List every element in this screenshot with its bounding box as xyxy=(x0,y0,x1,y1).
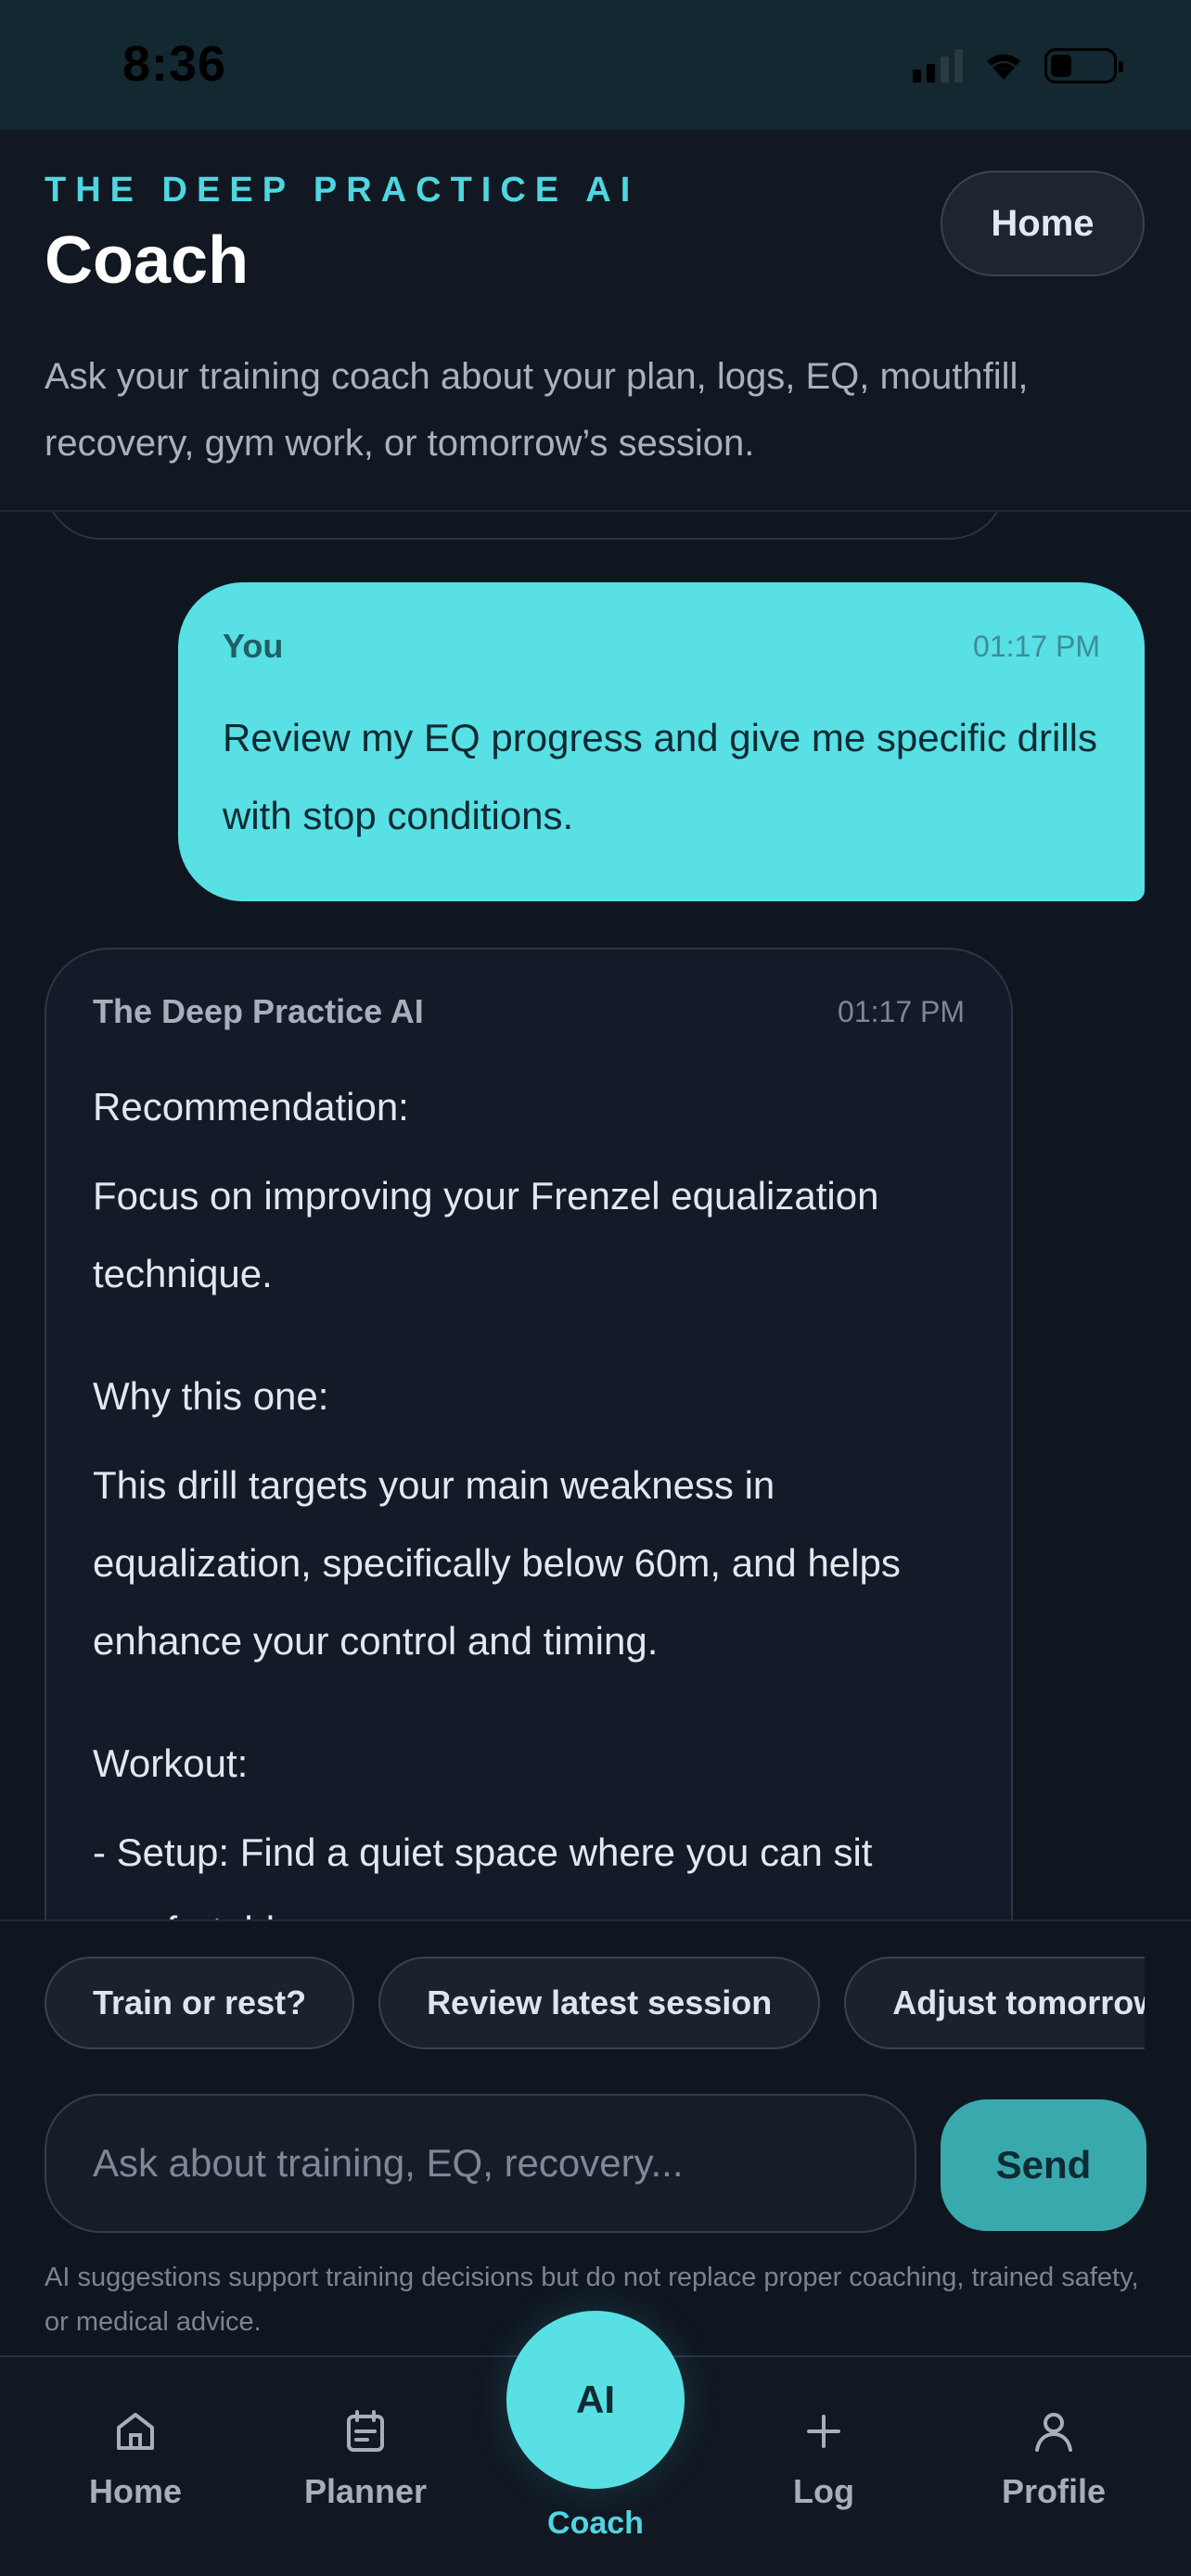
message-input[interactable]: Ask about training, EQ, recovery... xyxy=(45,2094,916,2233)
quick-reply-chips[interactable]: Train or rest? Review latest session Adj… xyxy=(45,1957,1145,2053)
previous-message-edge xyxy=(45,512,1005,540)
why-text: This drill targets your main weakness in… xyxy=(93,1463,901,1663)
composer-area: Train or rest? Review latest session Adj… xyxy=(0,1919,1191,2355)
nav-home[interactable]: Home xyxy=(43,2407,228,2511)
nav-planner[interactable]: Planner xyxy=(273,2407,458,2511)
bottom-nav: Home Planner AI Coach Log Profile xyxy=(0,2311,1191,2576)
chat-thread[interactable]: You 01:17 PM Review my EQ progress and g… xyxy=(0,512,1191,1919)
quick-reply-adjust-tomorrow[interactable]: Adjust tomorrow xyxy=(844,1957,1145,2049)
battery-icon xyxy=(1044,48,1123,83)
quick-reply-review-session[interactable]: Review latest session xyxy=(378,1957,821,2049)
profile-icon xyxy=(1035,2413,1072,2452)
nav-log[interactable]: Log xyxy=(731,2407,916,2511)
workout-step: - Setup: Find a quiet space where you ca… xyxy=(93,1830,873,1919)
message-time: 01:17 PM xyxy=(838,994,965,1028)
home-icon xyxy=(117,2413,154,2450)
nav-coach-label[interactable]: Coach xyxy=(503,2506,688,2542)
nav-profile[interactable]: Profile xyxy=(961,2407,1146,2511)
nav-profile-label: Profile xyxy=(1001,2472,1107,2510)
plus-icon xyxy=(807,2415,840,2448)
send-button[interactable]: Send xyxy=(941,2099,1146,2231)
status-time: 8:36 xyxy=(122,36,227,92)
cellular-signal-icon xyxy=(913,49,963,83)
section-heading-why: Why this one: xyxy=(93,1374,329,1418)
nav-coach-ai-button[interactable]: AI xyxy=(506,2311,685,2489)
home-button[interactable]: Home xyxy=(941,171,1145,276)
section-heading-recommendation: Recommendation: xyxy=(93,1085,409,1129)
status-bar: 8:36 xyxy=(0,0,1191,130)
nav-log-label: Log xyxy=(793,2472,854,2510)
page-header: THE DEEP PRACTICE AI Coach Home Ask your… xyxy=(0,130,1191,512)
message-time: 01:17 PM xyxy=(973,629,1100,663)
recommendation-text: Focus on improving your Frenzel equaliza… xyxy=(93,1174,879,1295)
ai-message: The Deep Practice AI 01:17 PM Recommenda… xyxy=(45,948,1013,1919)
message-sender: You xyxy=(223,627,284,665)
message-text: Review my EQ progress and give me specif… xyxy=(223,716,1097,837)
quick-reply-train-or-rest[interactable]: Train or rest? xyxy=(45,1957,355,2049)
wifi-icon xyxy=(987,54,1020,80)
brand-eyebrow: THE DEEP PRACTICE AI xyxy=(45,171,640,210)
nav-planner-label: Planner xyxy=(303,2472,428,2510)
section-heading-workout: Workout: xyxy=(93,1741,249,1785)
user-message: You 01:17 PM Review my EQ progress and g… xyxy=(178,582,1145,901)
nav-home-label: Home xyxy=(88,2472,183,2510)
message-sender: The Deep Practice AI xyxy=(93,992,424,1030)
status-icons xyxy=(913,48,1123,83)
page-subtitle: Ask your training coach about your plan,… xyxy=(45,356,1029,464)
planner-icon xyxy=(347,2410,384,2452)
ai-message-body: Recommendation: Focus on improving your … xyxy=(93,1068,965,1919)
page-title: Coach xyxy=(45,223,250,298)
